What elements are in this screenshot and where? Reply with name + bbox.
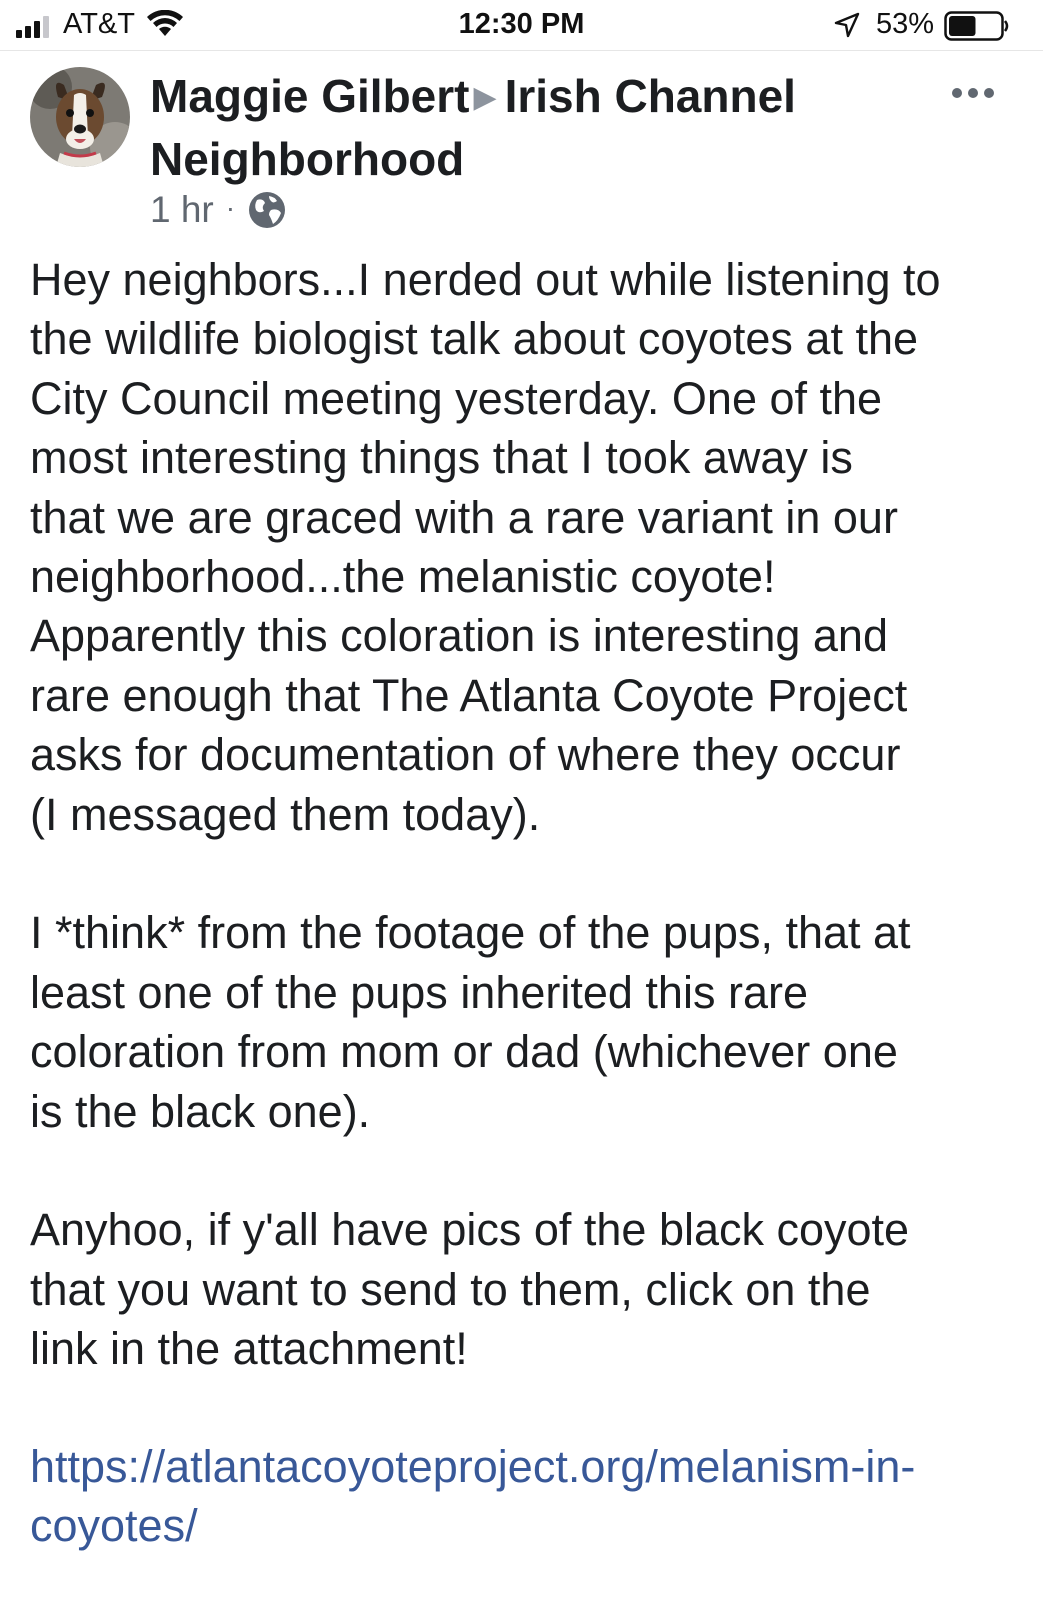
link-line: https://atlantacoyoteproject.org/melanis… [30,1441,916,1492]
post-body: Hey neighbors...I nerded out while liste… [30,250,1020,1438]
text-line: that we are graced with a rare variant i… [30,491,898,543]
text-line: that you want to send to them, click on … [30,1263,871,1315]
text-line: the wildlife biologist talk about coyote… [30,313,919,365]
text-line: link in the attachment! [30,1323,468,1375]
author-name[interactable]: Maggie Gilbert [150,70,469,122]
text-line: I *think* from the footage of the pups, … [30,907,911,959]
text-line: City Council meeting yesterday. One of t… [30,372,883,424]
shared-to-arrow-icon: ▶ [473,81,497,114]
author-avatar[interactable] [30,67,130,167]
text-line: most interesting things that I took away… [30,432,853,484]
battery-percentage: 53% [876,8,935,40]
status-bar: AT&T 12:30 PM 53% [0,0,1043,51]
meta-separator: · [225,192,236,223]
dog-avatar-image [30,67,130,167]
text-line: neighborhood...the melanistic coyote! [30,551,776,603]
text-line: least one of the pups inherited this rar… [30,966,808,1018]
post-timestamp[interactable]: 1 hr [150,189,214,231]
group-name-line: Irish Channel [504,70,796,122]
text-line: (I messaged them today). [30,788,541,840]
text-line: rare enough that The Atlanta Coyote Proj… [30,669,908,721]
post-paragraph: Hey neighbors...I nerded out while liste… [30,250,1020,844]
text-line: Hey neighbors...I nerded out while liste… [30,254,941,305]
battery-icon [944,11,1009,41]
post-header: Maggie Gilbert ▶ Irish Channel Neighborhood [150,68,850,188]
post-paragraph: I *think* from the footage of the pups, … [30,903,1020,1141]
more-icon[interactable] [950,82,996,104]
text-line: Apparently this coloration is interestin… [30,610,888,662]
post-link[interactable]: https://atlantacoyoteproject.org/melanis… [30,1437,1020,1556]
globe-icon[interactable] [247,190,287,230]
post-paragraph: Anyhoo, if y'all have pics of the black … [30,1200,1020,1378]
location-arrow-icon [834,12,860,38]
group-name-line: Neighborhood [150,133,465,185]
link-line: coyotes/ [30,1500,198,1552]
text-line: Anyhoo, if y'all have pics of the black … [30,1204,910,1256]
text-line: coloration from mom or dad (whichever on… [30,1026,898,1078]
text-line: is the black one). [30,1085,371,1137]
text-line: asks for documentation of where they occ… [30,729,901,781]
post-meta: 1 hr · [150,187,287,233]
